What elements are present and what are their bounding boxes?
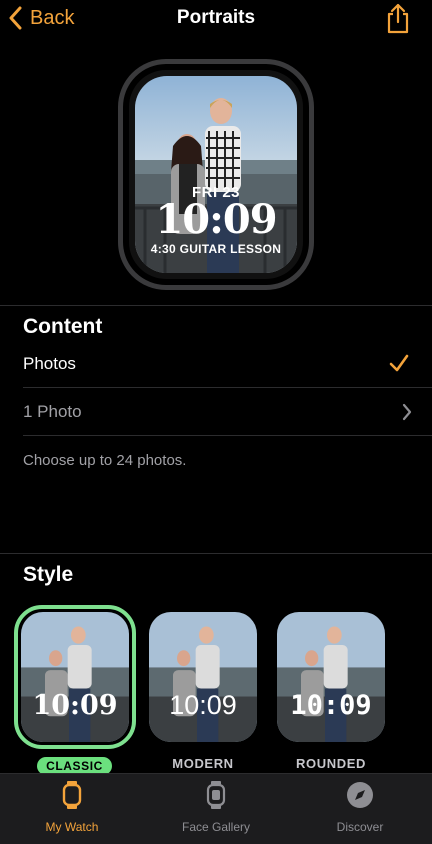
tab-bar: My Watch Face Gallery Discover [0, 773, 432, 844]
style-thumbnail: 10:09 [21, 612, 129, 742]
divider [23, 435, 432, 436]
tab-label: Discover [336, 820, 384, 834]
share-icon [387, 3, 409, 34]
tab-discover[interactable]: Discover [288, 780, 432, 834]
style-option-classic[interactable]: 10:09 [21, 612, 129, 742]
watch-event: 4:30 GUITAR LESSON [150, 242, 282, 256]
share-button[interactable] [384, 2, 412, 34]
style-option-rounded[interactable]: 10:09 [277, 612, 385, 742]
portrait-thumbnail [277, 612, 385, 742]
photos-option-row[interactable]: Photos [23, 340, 432, 388]
photo-count-row[interactable]: 1 Photo [23, 388, 432, 436]
style-time: 10:09 [169, 690, 237, 720]
style-label-rounded: ROUNDED [296, 756, 366, 771]
tab-label: Face Gallery [181, 820, 251, 834]
style-label-modern: MODERN [172, 756, 234, 771]
divider [0, 553, 432, 554]
tab-face-gallery[interactable]: Face Gallery [144, 780, 288, 834]
style-thumbnail: 10:09 [149, 612, 257, 742]
watch-screen: FRI 23 10:09 4:30 GUITAR LESSON [135, 76, 297, 273]
style-time: 10:09 [32, 690, 118, 721]
chevron-right-icon [402, 403, 412, 421]
navigation-bar: Back Portraits [0, 0, 432, 40]
style-time: 10:09 [290, 690, 372, 721]
watch-time: 10:09 [155, 196, 277, 243]
photos-option-label: Photos [23, 354, 76, 373]
watch-face-preview: FRI 23 10:09 4:30 GUITAR LESSON [118, 59, 314, 290]
watch-icon [62, 781, 82, 809]
compass-icon [347, 782, 373, 808]
face-gallery-icon [206, 781, 226, 809]
style-thumbnail: 10:09 [277, 612, 385, 742]
style-option-modern[interactable]: 10:09 [149, 612, 257, 742]
photo-count-label: 1 Photo [23, 402, 82, 421]
portrait-thumbnail [21, 612, 129, 742]
tab-my-watch[interactable]: My Watch [0, 780, 144, 834]
content-section-title: Content [23, 315, 103, 338]
tab-label: My Watch [45, 820, 99, 834]
divider [0, 305, 432, 306]
style-section-title: Style [23, 563, 74, 586]
checkmark-icon [389, 354, 409, 372]
photo-limit-hint: Choose up to 24 photos. [23, 452, 187, 469]
portrait-thumbnail [149, 612, 257, 742]
page-title: Portraits [176, 7, 256, 28]
